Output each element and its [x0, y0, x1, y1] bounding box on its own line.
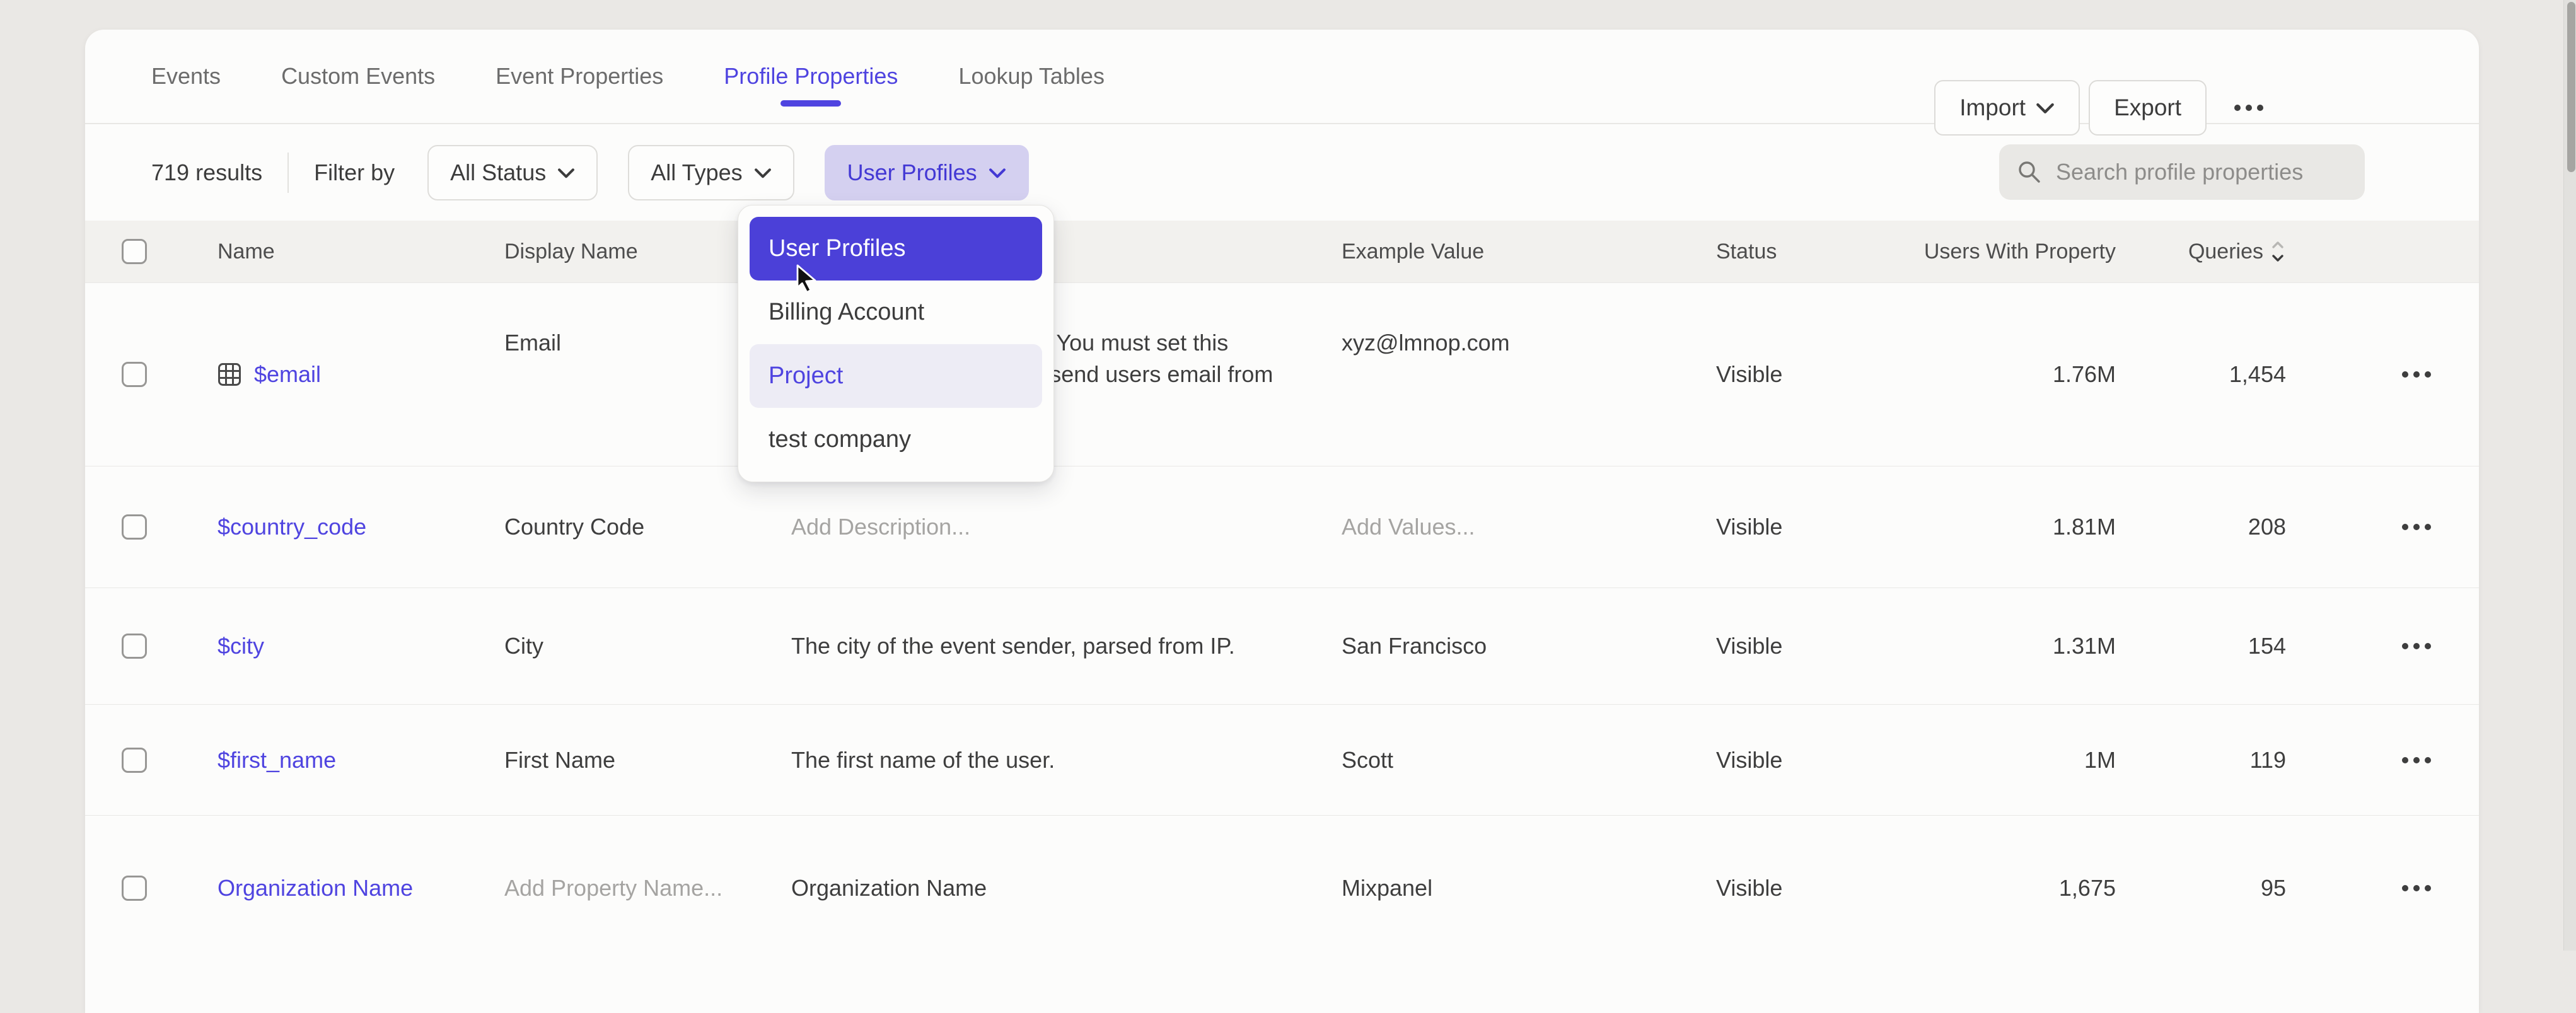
- column-header-status[interactable]: Status: [1716, 240, 1920, 264]
- tab-profile-properties[interactable]: Profile Properties: [724, 30, 898, 123]
- search-input[interactable]: [2056, 159, 2349, 185]
- chevron-down-icon: [557, 166, 575, 179]
- users-with-property-value: 1.76M: [1920, 361, 2116, 388]
- table-row: $country_code Country Code Add Descripti…: [85, 466, 2479, 588]
- grid-table-icon: [218, 362, 241, 386]
- example-value-field[interactable]: Mixpanel: [1342, 875, 1716, 901]
- tab-event-properties[interactable]: Event Properties: [496, 30, 663, 123]
- queries-value: 119: [2116, 747, 2286, 773]
- display-name-field[interactable]: First Name: [504, 747, 791, 773]
- property-name-link[interactable]: $first_name: [218, 747, 504, 773]
- status-value[interactable]: Visible: [1716, 361, 1920, 388]
- column-header-users-with-property[interactable]: Users With Property: [1920, 240, 2116, 264]
- import-button-label: Import: [1959, 95, 2026, 121]
- status-value[interactable]: Visible: [1716, 514, 1920, 540]
- row-menu-button[interactable]: [2392, 885, 2479, 891]
- example-value-field[interactable]: Add Values...: [1342, 514, 1716, 540]
- page-scrollbar[interactable]: [2563, 0, 2576, 951]
- divider: [287, 153, 289, 193]
- select-all-checkbox[interactable]: [122, 239, 147, 264]
- users-with-property-value: 1.81M: [1920, 514, 2116, 540]
- tab-bar: Events Custom Events Event Properties Pr…: [85, 30, 2479, 124]
- row-checkbox[interactable]: [122, 634, 147, 659]
- example-value-field[interactable]: Scott: [1342, 747, 1716, 773]
- table-row: $city City The city of the event sender,…: [85, 588, 2479, 704]
- tab-lookup-tables[interactable]: Lookup Tables: [958, 30, 1105, 123]
- row-menu-button[interactable]: [2392, 371, 2479, 378]
- table-row: $first_name First Name The first name of…: [85, 704, 2479, 815]
- profile-type-filter-dropdown[interactable]: User Profiles: [825, 145, 1029, 200]
- profile-type-dropdown-menu: User Profiles Billing Account Project te…: [738, 205, 1054, 482]
- more-options-button[interactable]: [2224, 105, 2273, 111]
- queries-value: 95: [2116, 875, 2286, 901]
- dropdown-item-test-company[interactable]: test company: [750, 408, 1042, 472]
- tab-custom-events[interactable]: Custom Events: [281, 30, 435, 123]
- queries-header-label: Queries: [2188, 240, 2263, 264]
- header-checkbox-cell: [85, 239, 218, 264]
- table-header: Name Display Name Description Example Va…: [85, 221, 2479, 282]
- property-name-label: $country_code: [218, 514, 366, 540]
- display-name-field[interactable]: City: [504, 633, 791, 659]
- column-header-queries[interactable]: Queries: [2116, 238, 2286, 265]
- row-menu-button[interactable]: [2392, 757, 2479, 763]
- description-field[interactable]: The first name of the user.: [791, 747, 1342, 773]
- property-name-link[interactable]: $country_code: [218, 514, 504, 540]
- chevron-down-icon: [2036, 101, 2055, 115]
- display-name-field[interactable]: Add Property Name...: [504, 875, 791, 901]
- row-checkbox[interactable]: [122, 362, 147, 387]
- queries-value: 208: [2116, 514, 2286, 540]
- property-name-link[interactable]: $city: [218, 633, 504, 659]
- display-name-field[interactable]: Country Code: [504, 514, 791, 540]
- filter-by-label: Filter by: [314, 159, 395, 186]
- column-header-name[interactable]: Name: [218, 240, 504, 264]
- tab-events[interactable]: Events: [151, 30, 221, 123]
- mouse-cursor: [792, 263, 822, 299]
- users-with-property-value: 1,675: [1920, 875, 2116, 901]
- search-icon: [2016, 158, 2043, 186]
- property-name-label: $email: [254, 361, 321, 388]
- property-name-label: $city: [218, 633, 264, 659]
- status-filter-label: All Status: [450, 159, 546, 186]
- sort-arrows-icon[interactable]: [2270, 238, 2286, 265]
- search-box: [1999, 144, 2365, 200]
- dropdown-item-project[interactable]: Project: [750, 344, 1042, 408]
- scrollbar-thumb[interactable]: [2567, 2, 2575, 172]
- property-name-link[interactable]: Organization Name: [218, 875, 504, 901]
- status-value[interactable]: Visible: [1716, 633, 1920, 659]
- queries-value: 154: [2116, 633, 2286, 659]
- property-name-link[interactable]: $email: [218, 361, 504, 388]
- property-name-label: $first_name: [218, 747, 336, 773]
- status-filter-dropdown[interactable]: All Status: [427, 145, 598, 200]
- description-field[interactable]: The city of the event sender, parsed fro…: [791, 633, 1342, 659]
- users-with-property-value: 1.31M: [1920, 633, 2116, 659]
- filter-bar: 719 results Filter by All Status All Typ…: [85, 124, 2479, 221]
- profile-type-filter-label: User Profiles: [847, 159, 977, 186]
- row-menu-button[interactable]: [2392, 643, 2479, 649]
- row-checkbox[interactable]: [122, 748, 147, 773]
- description-field[interactable]: Organization Name: [791, 875, 1342, 901]
- users-with-property-value: 1M: [1920, 747, 2116, 773]
- column-header-example-value[interactable]: Example Value: [1342, 240, 1716, 264]
- status-value[interactable]: Visible: [1716, 875, 1920, 901]
- property-name-label: Organization Name: [218, 875, 413, 901]
- lexicon-page: Events Custom Events Event Properties Pr…: [0, 0, 2576, 951]
- row-checkbox[interactable]: [122, 876, 147, 901]
- table-row: $email Email The user's email address. Y…: [85, 282, 2479, 466]
- export-button-label: Export: [2114, 95, 2181, 121]
- results-count: 719 results: [151, 159, 262, 186]
- status-value[interactable]: Visible: [1716, 747, 1920, 773]
- description-field[interactable]: Add Description...: [791, 514, 1342, 540]
- chevron-down-icon: [754, 166, 772, 179]
- row-menu-button[interactable]: [2392, 524, 2479, 530]
- type-filter-label: All Types: [651, 159, 742, 186]
- type-filter-dropdown[interactable]: All Types: [628, 145, 794, 200]
- example-value-field[interactable]: xyz@lmnop.com: [1342, 327, 1716, 359]
- row-checkbox[interactable]: [122, 514, 147, 540]
- content-card: Events Custom Events Event Properties Pr…: [85, 30, 2479, 1013]
- chevron-down-icon: [989, 166, 1006, 179]
- example-value-field[interactable]: San Francisco: [1342, 633, 1716, 659]
- table-row: Organization Name Add Property Name... O…: [85, 815, 2479, 960]
- queries-value: 1,454: [2116, 361, 2286, 388]
